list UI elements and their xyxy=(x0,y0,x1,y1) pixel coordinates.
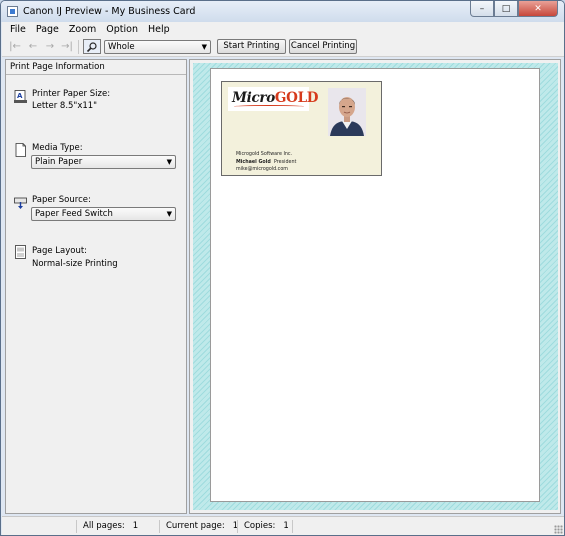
page-layout-label: Page Layout: xyxy=(32,246,88,256)
zoom-select-value: Whole xyxy=(108,42,135,52)
page-layout-icon xyxy=(15,245,26,259)
title-bar: Canon IJ Preview - My Business Card – □ … xyxy=(1,1,564,22)
toolbar: |← ← → →| Whole ▼ Start Printing Cancel … xyxy=(2,37,564,57)
paper-size-icon: A xyxy=(14,90,27,103)
paper-size-label: Printer Paper Size: xyxy=(32,89,111,99)
print-info-panel: Print Page Information A Printer Paper S… xyxy=(5,59,187,514)
chevron-down-icon: ▼ xyxy=(166,158,172,166)
copies-status: Copies: 1 xyxy=(237,520,289,533)
copies-value: 1 xyxy=(283,521,289,531)
media-type-select[interactable]: Plain Paper ▼ xyxy=(31,155,176,169)
current-page-label: Current page: xyxy=(166,521,225,531)
business-card: MicroGOLD Microgold Software Inc. Michae… xyxy=(221,81,382,176)
menu-bar: File Page Zoom Option Help xyxy=(2,22,564,37)
preview-background: MicroGOLD Microgold Software Inc. Michae… xyxy=(193,63,558,510)
media-type-label: Media Type: xyxy=(32,143,83,153)
paper-page: MicroGOLD Microgold Software Inc. Michae… xyxy=(210,68,540,502)
menu-option[interactable]: Option xyxy=(101,24,143,35)
media-type-icon xyxy=(15,143,26,157)
chevron-down-icon: ▼ xyxy=(201,43,207,51)
paper-source-label: Paper Source: xyxy=(32,195,91,205)
copies-label: Copies: xyxy=(244,521,276,531)
current-page-status: Current page: 1 xyxy=(159,520,238,533)
chevron-down-icon: ▼ xyxy=(166,210,172,218)
window-title: Canon IJ Preview - My Business Card xyxy=(23,6,196,17)
company-logo: MicroGOLD xyxy=(228,87,319,111)
zoom-select[interactable]: Whole ▼ xyxy=(104,40,211,54)
first-page-icon[interactable]: |← xyxy=(9,41,21,52)
status-bar: All pages: 1 Current page: 1 Copies: 1 xyxy=(2,516,564,535)
svg-text:A: A xyxy=(17,92,23,100)
previous-page-icon[interactable]: ← xyxy=(27,41,39,52)
paper-source-icon xyxy=(14,197,27,209)
all-pages-status: All pages: 1 xyxy=(76,520,138,533)
resize-grip-icon[interactable] xyxy=(554,525,563,534)
preview-pane: MicroGOLD Microgold Software Inc. Michae… xyxy=(189,59,561,514)
toolbar-separator xyxy=(78,40,79,54)
start-printing-button[interactable]: Start Printing xyxy=(217,39,286,54)
logo-swoosh xyxy=(234,105,304,108)
menu-zoom[interactable]: Zoom xyxy=(64,24,101,35)
logo-text: MicroGOLD xyxy=(232,90,319,106)
next-page-icon[interactable]: → xyxy=(44,41,56,52)
paper-size-value: Letter 8.5"x11" xyxy=(32,101,98,111)
card-company: Microgold Software Inc. xyxy=(236,152,293,157)
all-pages-value: 1 xyxy=(132,521,139,531)
portrait-image xyxy=(328,88,366,136)
all-pages-label: All pages: xyxy=(83,521,125,531)
magnifier-icon xyxy=(86,41,97,52)
close-button[interactable]: ✕ xyxy=(518,1,558,17)
app-icon xyxy=(7,6,18,17)
status-empty-cell xyxy=(292,520,542,533)
logo-micro: Micro xyxy=(232,90,275,106)
maximize-button[interactable]: □ xyxy=(494,1,518,17)
window-controls: – □ ✕ xyxy=(470,1,558,18)
preview-window: Canon IJ Preview - My Business Card – □ … xyxy=(0,0,565,536)
media-type-value: Plain Paper xyxy=(35,157,83,167)
paper-source-value: Paper Feed Switch xyxy=(35,209,113,219)
minimize-button[interactable]: – xyxy=(470,1,494,17)
cancel-printing-button[interactable]: Cancel Printing xyxy=(289,39,357,54)
logo-gold: GOLD xyxy=(274,90,319,106)
zoom-tool-button[interactable] xyxy=(83,39,101,54)
menu-page[interactable]: Page xyxy=(31,24,64,35)
menu-file[interactable]: File xyxy=(5,24,31,35)
profile-photo xyxy=(328,88,366,136)
card-email: mike@microgold.com xyxy=(236,167,288,172)
card-name: Michael Gold xyxy=(236,160,271,165)
card-role: President xyxy=(274,160,297,165)
page-layout-value: Normal-size Printing xyxy=(32,259,118,269)
paper-source-select[interactable]: Paper Feed Switch ▼ xyxy=(31,207,176,221)
last-page-icon[interactable]: →| xyxy=(61,41,73,52)
panel-header: Print Page Information xyxy=(6,60,186,75)
menu-help[interactable]: Help xyxy=(143,24,175,35)
